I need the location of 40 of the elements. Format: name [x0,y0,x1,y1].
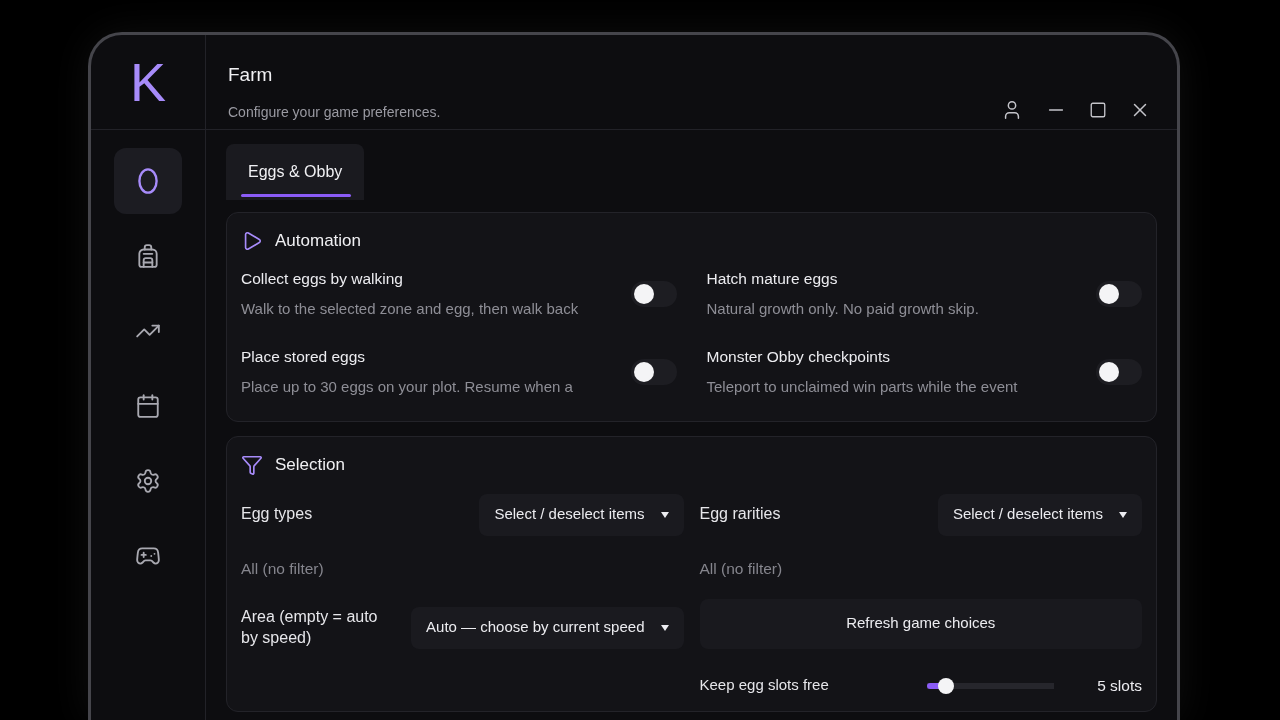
toggle-switch[interactable] [1096,358,1142,385]
settings-icon [135,468,161,494]
nav-item[interactable] [114,148,182,214]
refresh-button[interactable]: Refresh game choices [699,598,1142,649]
setting-title: Collect eggs by walking [241,269,404,289]
setting-description: Natural growth only. No paid growth skip. [706,299,979,320]
tab[interactable]: Eggs & Obby [226,144,365,200]
field-label: Area (empty = auto by speed) [241,606,379,648]
dropdown[interactable]: Select / deselect items [479,493,684,536]
page-title: Farm [228,63,274,87]
filter-icon [241,453,263,476]
logo: K [130,55,166,109]
toggle-switch[interactable] [630,358,677,385]
backpack-icon [135,243,161,269]
toggle-switch[interactable] [630,280,677,307]
setting-description: Place up to 30 eggs on your plot. Resume when a [241,377,573,397]
section-title: Automation [275,230,361,253]
slider-value: 5 slots [1096,675,1142,696]
calendar-icon [135,393,161,419]
dropdown[interactable]: Auto — choose by current speed [411,606,684,649]
caret-icon [1119,511,1127,518]
page-subtitle: Configure your game preferences. [228,102,441,122]
setting-title: Hatch mature eggs [706,269,839,289]
caret-icon [660,624,669,631]
section-title: Selection [275,453,345,476]
toggle-switch[interactable] [1096,280,1142,307]
field-label: Egg types [241,504,313,525]
selection-summary: All (no filter) [241,558,324,579]
field-label: Egg rarities [699,504,781,525]
selection-summary: All (no filter) [699,558,783,579]
setting-title: Place stored eggs [241,346,367,367]
slider-thumb[interactable] [938,677,955,694]
slider-label: Keep egg slots free [699,675,830,696]
maximize-icon[interactable] [1089,101,1107,119]
setting-description: Walk to the selected zone and egg, then walk back [241,299,579,320]
caret-icon [660,511,669,518]
setting-description: Teleport to unclaimed win parts while the event [706,377,1018,397]
dropdown[interactable]: Select / deselect items [937,493,1142,536]
setting-title: Monster Obby checkpoints [706,346,891,367]
egg-icon [138,168,158,194]
